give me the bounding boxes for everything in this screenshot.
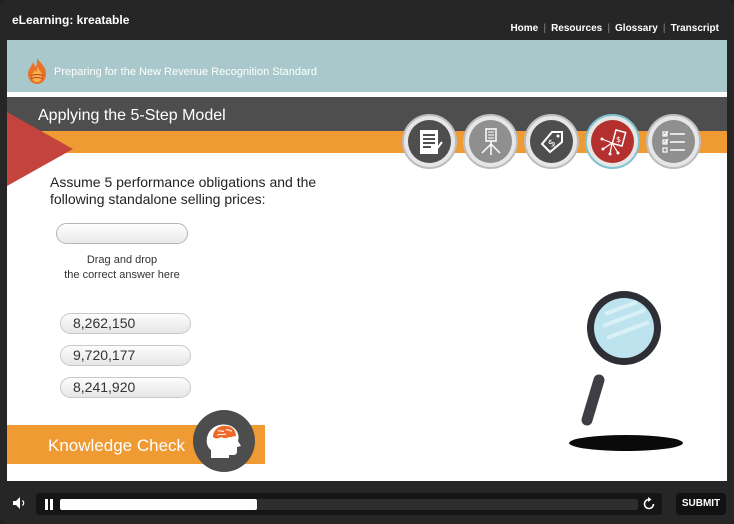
slide-canvas: Preparing for the New Revenue Recognitio… [7, 40, 727, 481]
course-title: Preparing for the New Revenue Recognitio… [54, 66, 317, 78]
question-text: Assume 5 performance obligations and the… [50, 174, 317, 207]
allocate-price-icon: $ [591, 120, 634, 163]
nav-home-link[interactable]: Home [505, 23, 543, 34]
answer-drop-zone[interactable] [56, 223, 188, 244]
player-controls: SUBMIT [0, 489, 734, 519]
step-2-button[interactable] [463, 114, 518, 169]
app-title: eLearning: kreatable [12, 13, 130, 27]
nav-glossary-link[interactable]: Glossary [610, 23, 663, 34]
checklist-icon [652, 120, 695, 163]
seek-bar-progress [60, 499, 257, 510]
top-bar: eLearning: kreatable Home | Resources | … [0, 0, 734, 40]
five-step-icons: $ $ [402, 114, 707, 172]
step-1-button[interactable] [402, 114, 457, 169]
replay-icon[interactable] [642, 497, 656, 511]
step-3-button[interactable]: $ [524, 114, 579, 169]
svg-text:$: $ [616, 135, 621, 144]
drop-hint-line1: Drag and drop [86, 254, 158, 266]
submit-button[interactable]: SUBMIT [676, 493, 726, 515]
drop-hint: Drag and drop the correct answer here [47, 253, 197, 283]
performance-obligations-icon [469, 120, 512, 163]
nav-transcript-link[interactable]: Transcript [666, 23, 724, 34]
contract-document-icon [408, 120, 451, 163]
flame-logo-icon [28, 58, 46, 84]
top-nav: Home | Resources | Glossary | Transcript [505, 23, 724, 34]
pause-button[interactable] [44, 499, 54, 510]
answer-option-3[interactable]: 8,241,920 [60, 377, 191, 398]
seek-bar-container [36, 493, 662, 515]
step-5-button[interactable] [646, 114, 701, 169]
nav-resources-link[interactable]: Resources [546, 23, 607, 34]
player-window: eLearning: kreatable Home | Resources | … [0, 0, 734, 524]
svg-text:$: $ [546, 137, 558, 150]
answer-option-2[interactable]: 9,720,177 [60, 345, 191, 366]
answer-option-1[interactable]: 8,262,150 [60, 313, 191, 334]
drop-hint-line2: the correct answer here [64, 269, 180, 281]
volume-icon[interactable] [10, 493, 30, 513]
section-title: Applying the 5-Step Model [38, 107, 226, 124]
seek-bar[interactable] [60, 499, 638, 510]
magnifying-glass-icon [581, 291, 661, 426]
knowledge-check-badge [193, 410, 255, 472]
knowledge-check-label: Knowledge Check [48, 436, 186, 455]
step-4-button[interactable]: $ [585, 114, 640, 169]
brain-head-icon [206, 424, 241, 458]
price-tag-icon: $ [530, 120, 573, 163]
